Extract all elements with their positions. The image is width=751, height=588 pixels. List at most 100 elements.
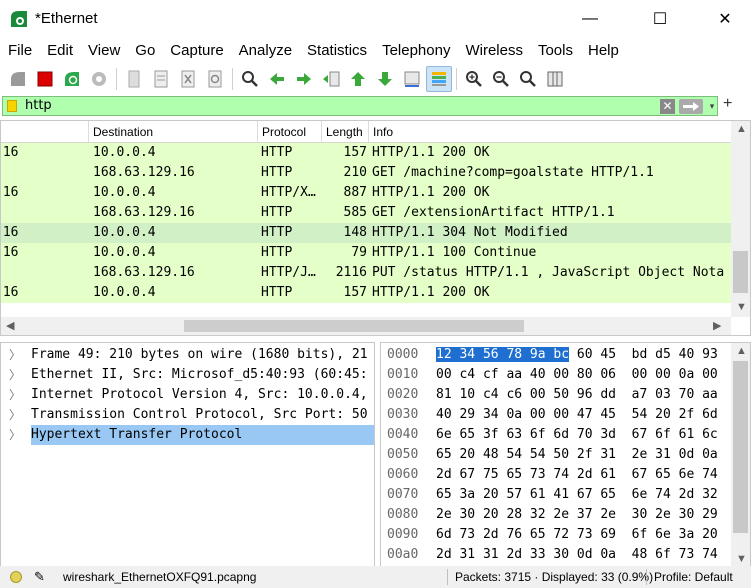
scrollbar-thumb[interactable] [733, 361, 748, 533]
packet-row[interactable]: .16 10.0.0.4 HTTP 79 HTTP/1.1 100 Contin… [1, 243, 731, 263]
packet-row[interactable]: 168.63.129.16 HTTP 210 GET /machine?comp… [1, 163, 731, 183]
hex-row[interactable]: 0020 81 10 c4 c6 00 50 96 dd a7 03 70 aa [381, 385, 731, 405]
chevron-right-icon[interactable]: 〉 [9, 365, 21, 385]
restart-capture-button[interactable] [59, 66, 85, 92]
menu-telephony[interactable]: Telephony [374, 38, 457, 64]
go-back-button[interactable] [264, 66, 290, 92]
hex-row[interactable]: 0000 12 34 56 78 9a bc 60 45 bd d5 40 93 [381, 345, 731, 365]
chevron-right-icon[interactable]: 〉 [9, 345, 21, 365]
hex-row[interactable]: 0070 65 3a 20 57 61 41 67 65 6e 74 2d 32 [381, 485, 731, 505]
hex-row[interactable]: 0080 2e 30 20 28 32 2e 37 2e 30 2e 30 29 [381, 505, 731, 525]
bookmark-icon[interactable] [7, 100, 17, 112]
close-icon: ✕ [718, 11, 732, 28]
packet-row-selected[interactable]: .16 10.0.0.4 HTTP 148 HTTP/1.1 304 Not M… [1, 223, 731, 243]
bytes-vertical-scrollbar[interactable]: ▲ ▼ [731, 343, 750, 569]
find-packet-button[interactable] [237, 66, 263, 92]
maximize-button[interactable]: ☐ [637, 0, 683, 38]
scrollbar-thumb[interactable] [733, 251, 748, 293]
menu-go[interactable]: Go [127, 38, 162, 64]
stop-capture-button[interactable] [32, 66, 58, 92]
hex-row[interactable]: 0010 00 c4 cf aa 40 00 80 06 00 00 0a 00 [381, 365, 731, 385]
scroll-left-icon[interactable]: ◀ [6, 319, 14, 332]
destination-cell: 168.63.129.16 [93, 265, 195, 280]
display-filter-input[interactable]: http ✕ ▾ [2, 96, 718, 116]
zoom-in-button[interactable] [461, 66, 487, 92]
tree-item-label: Internet Protocol Version 4, Src: 10.0.0… [31, 387, 368, 402]
auto-scroll-button[interactable] [399, 66, 425, 92]
menu-file[interactable]: File [0, 38, 39, 64]
minimize-button[interactable]: — [567, 0, 613, 38]
packet-row[interactable]: .16 10.0.0.4 HTTP 157 HTTP/1.1 200 OK [1, 283, 731, 303]
destination-cell: 10.0.0.4 [93, 225, 156, 240]
profile-selector[interactable]: Profile: Default [654, 570, 733, 584]
apply-filter-button[interactable] [679, 99, 703, 114]
packet-row[interactable]: .16 10.0.0.4 HTTP/X… 887 HTTP/1.1 200 OK [1, 183, 731, 203]
tree-item-frame[interactable]: 〉 Frame 49: 210 bytes on wire (1680 bits… [1, 345, 374, 365]
column-header-source[interactable] [1, 121, 89, 143]
column-header-destination[interactable]: Destination [89, 121, 258, 143]
protocol-cell: HTTP/J… [261, 265, 316, 280]
menu-statistics[interactable]: Statistics [299, 38, 374, 64]
chevron-right-icon[interactable]: 〉 [9, 405, 21, 425]
capture-options-button[interactable] [86, 66, 112, 92]
column-header-length[interactable]: Length [322, 121, 369, 143]
tree-item-label: Hypertext Transfer Protocol [31, 425, 374, 445]
zoom-out-button[interactable] [488, 66, 514, 92]
menu-help[interactable]: Help [580, 38, 626, 64]
scrollbar-thumb[interactable] [184, 320, 524, 332]
menu-analyze[interactable]: Analyze [231, 38, 299, 64]
hex-row[interactable]: 0030 40 29 34 0a 00 00 47 45 54 20 2f 6d [381, 405, 731, 425]
info-cell: HTTP/1.1 200 OK [372, 285, 490, 300]
packet-row[interactable]: .16 10.0.0.4 HTTP 157 HTTP/1.1 200 OK [1, 143, 731, 163]
hex-row[interactable]: 00a0 2d 31 31 2d 33 30 0d 0a 48 6f 73 74 [381, 545, 731, 565]
scroll-right-icon[interactable]: ▶ [713, 319, 721, 332]
close-file-button[interactable] [175, 66, 201, 92]
colorize-button[interactable] [426, 66, 452, 92]
capture-comment-icon[interactable]: ✎ [34, 569, 45, 585]
start-capture-button[interactable] [5, 66, 31, 92]
hex-row[interactable]: 0040 6e 65 3f 63 6f 6d 70 3d 67 6f 61 6c [381, 425, 731, 445]
clear-filter-icon[interactable]: ✕ [660, 99, 675, 114]
expert-info-icon[interactable] [10, 571, 22, 583]
column-header-protocol[interactable]: Protocol [258, 121, 322, 143]
filter-text[interactable]: http [25, 98, 52, 113]
menu-tools[interactable]: Tools [530, 38, 580, 64]
length-cell: 157 [343, 285, 367, 300]
menu-capture[interactable]: Capture [162, 38, 230, 64]
packet-row[interactable]: 168.63.129.16 HTTP/J… 2116 PUT /status H… [1, 263, 731, 283]
menu-edit[interactable]: Edit [39, 38, 80, 64]
packet-list-horizontal-scrollbar[interactable]: ◀ ▶ [1, 317, 731, 335]
add-filter-button[interactable]: + [723, 95, 732, 113]
tree-item-tcp[interactable]: 〉 Transmission Control Protocol, Src Por… [1, 405, 374, 425]
tree-item-ip[interactable]: 〉 Internet Protocol Version 4, Src: 10.0… [1, 385, 374, 405]
scroll-up-icon[interactable]: ▲ [736, 345, 747, 357]
save-file-button[interactable] [148, 66, 174, 92]
open-file-button[interactable] [121, 66, 147, 92]
tree-item-http[interactable]: 〉 Hypertext Transfer Protocol [1, 425, 374, 445]
hex-bytes: 2d 31 31 2d 33 30 0d 0a 48 6f 73 74 [436, 547, 718, 562]
scroll-down-icon[interactable]: ▼ [736, 553, 747, 565]
scroll-down-icon[interactable]: ▼ [736, 301, 747, 313]
reload-file-button[interactable] [202, 66, 228, 92]
hex-row[interactable]: 0050 65 20 48 54 54 50 2f 31 2e 31 0d 0a [381, 445, 731, 465]
go-last-packet-button[interactable] [372, 66, 398, 92]
filter-history-dropdown[interactable]: ▾ [706, 99, 718, 114]
hex-row[interactable]: 0060 2d 67 75 65 73 74 2d 61 67 65 6e 74 [381, 465, 731, 485]
zoom-normal-button[interactable] [515, 66, 541, 92]
close-button[interactable]: ✕ [702, 0, 748, 38]
go-forward-button[interactable] [291, 66, 317, 92]
resize-columns-button[interactable] [542, 66, 568, 92]
go-first-packet-button[interactable] [345, 66, 371, 92]
tree-item-ethernet[interactable]: 〉 Ethernet II, Src: Microsof_d5:40:93 (6… [1, 365, 374, 385]
menu-wireless[interactable]: Wireless [457, 38, 530, 64]
packet-list-vertical-scrollbar[interactable]: ▲ ▼ [731, 121, 750, 317]
chevron-right-icon[interactable]: 〉 [9, 425, 21, 445]
source-cell: .16 [1, 185, 19, 200]
scroll-up-icon[interactable]: ▲ [736, 123, 747, 135]
menu-view[interactable]: View [80, 38, 127, 64]
go-to-packet-button[interactable] [318, 66, 344, 92]
hex-row[interactable]: 0090 6d 73 2d 76 65 72 73 69 6f 6e 3a 20 [381, 525, 731, 545]
chevron-right-icon[interactable]: 〉 [9, 385, 21, 405]
packet-row[interactable]: 168.63.129.16 HTTP 585 GET /extensionArt… [1, 203, 731, 223]
column-header-info[interactable]: Info [369, 121, 731, 143]
